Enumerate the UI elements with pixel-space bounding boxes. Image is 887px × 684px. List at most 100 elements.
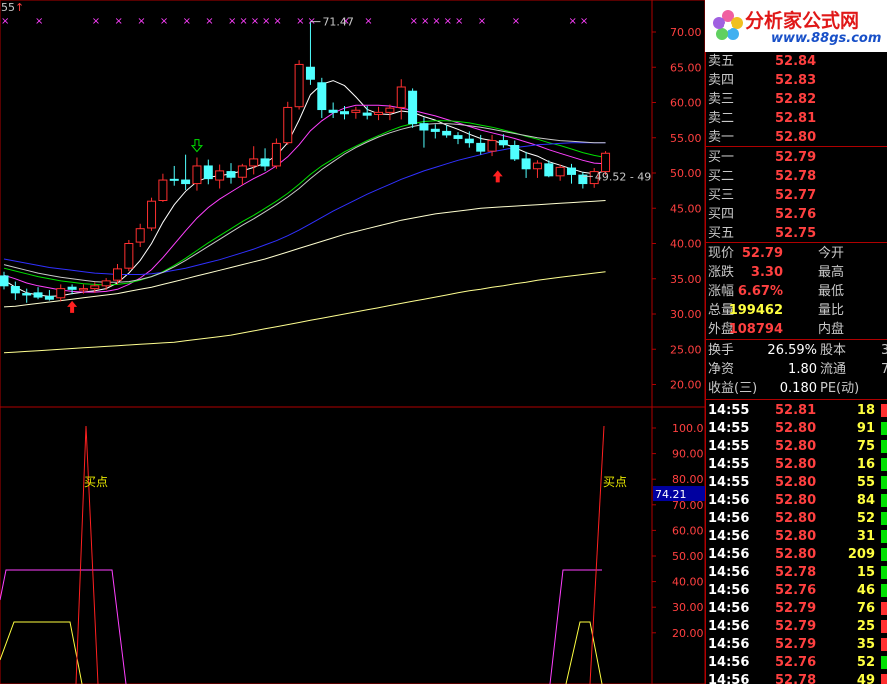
tick-row: 14:56 52.80 52: [705, 509, 887, 528]
tick-price: 52.78: [775, 673, 817, 684]
tick-down-bar-icon: [881, 440, 887, 453]
signal-marker-icon: ×: [364, 16, 372, 27]
y-tick-label: 45.00: [670, 202, 702, 215]
tick-time: 14:55: [708, 457, 750, 472]
tick-row: 14:55 52.80 55: [705, 473, 887, 492]
y-tick-label: 20.00: [670, 379, 702, 392]
y-tick-label: 60.00: [670, 97, 702, 110]
ask-row: 卖四 52.83: [705, 71, 887, 90]
flower-logo-icon: [713, 10, 743, 40]
tick-price: 52.80: [775, 493, 817, 508]
ask-price: 52.83: [775, 73, 817, 88]
site-logo[interactable]: 分析家公式网 www.88gs.com: [705, 0, 887, 52]
bid-label: 买四: [708, 207, 735, 222]
signal-marker-icon: ×: [421, 16, 429, 27]
candle-body-up: [192, 165, 202, 185]
stat-row: 涨幅 6.67% 最低: [705, 282, 887, 301]
candle-body-up: [555, 166, 565, 177]
signal-marker-icon: ×: [296, 16, 304, 27]
tick-down-bar-icon: [881, 548, 887, 561]
tick-time: 14:55: [708, 421, 750, 436]
kline-chart-area[interactable]: × × × × × × × × × × × × × × × × × × × × × × × × × × 70.00 65.00 60.…: [0, 0, 705, 684]
candle-body-up: [101, 280, 111, 287]
stat2-row: 收益(三) 0.180 PE(动): [705, 379, 887, 398]
tick-row: 14:56 52.80 209: [705, 545, 887, 564]
candle-body-down: [362, 112, 372, 116]
stat2-label: 收益(三): [708, 381, 758, 396]
tick-volume: 15: [856, 565, 875, 580]
tick-volume: 209: [847, 547, 875, 562]
tick-price: 52.78: [775, 565, 817, 580]
tick-time: 14:56: [708, 511, 750, 526]
buy-point-label-2: 买点: [603, 475, 627, 489]
candle-body-down: [33, 292, 43, 298]
tick-time: 14:55: [708, 439, 750, 454]
bid-row: 买五 52.75: [705, 224, 887, 243]
stat-label: 涨跌: [708, 265, 735, 280]
tick-volume: 52: [856, 511, 875, 526]
ask-row: 卖三 52.82: [705, 90, 887, 109]
tick-row: 14:56 52.79 76: [705, 599, 887, 618]
candle-body-up: [113, 268, 122, 281]
tick-time: 14:56: [708, 565, 750, 580]
stat-value: 3.30: [750, 265, 783, 280]
stat-row: 总量 199462 量比: [705, 301, 887, 320]
tick-up-bar-icon: [881, 620, 887, 633]
tick-price: 52.79: [775, 619, 817, 634]
bid-price: 52.77: [775, 188, 817, 203]
bid-label: 买三: [708, 188, 735, 203]
stat2-label: 换手: [708, 343, 735, 358]
ask-price: 52.81: [775, 111, 817, 126]
signal-marker-icon: ×: [432, 16, 440, 27]
signal-marker-icon: ×: [262, 16, 270, 27]
tick-time: 14:56: [708, 619, 750, 634]
ind-current-value: 74.21: [655, 488, 687, 501]
signal-marker-icon: ×: [478, 16, 486, 27]
signal-marker-icon: ×: [569, 16, 577, 27]
y-tick-label: 65.00: [670, 61, 702, 74]
tick-row: 14:56 52.79 35: [705, 635, 887, 654]
buy-point-label: 买点: [84, 475, 108, 489]
signal-marker-icon: ×: [512, 16, 520, 27]
stat-row: 涨跌 3.30 最高: [705, 263, 887, 282]
stat-label-2: 量比: [818, 303, 845, 318]
tick-price: 52.79: [775, 601, 817, 616]
candle-body-down: [226, 171, 236, 178]
candle-body-up: [396, 86, 406, 108]
tick-price: 52.80: [775, 421, 817, 436]
ask-row: 卖五 52.84: [705, 52, 887, 71]
ma-line-0: [3, 80, 606, 297]
signal-marker-icon: ×: [160, 16, 168, 27]
tick-volume: 25: [856, 619, 875, 634]
stat-label-2: 内盘: [818, 322, 845, 337]
tick-volume: 49: [856, 673, 875, 684]
stat2-value: 1.80: [788, 362, 817, 377]
chart-frame: [0, 0, 705, 684]
signal-marker-icon: ×: [251, 16, 259, 27]
stat2-value-2: 3: [881, 343, 887, 358]
y-tick-label: 35.00: [670, 273, 702, 286]
candle-body-down: [567, 167, 576, 175]
tick-volume: 76: [856, 601, 875, 616]
current-price-label: 49.52 - 49: [595, 170, 651, 183]
signal-marker-icon: ×: [1, 16, 9, 27]
bid-label: 买五: [708, 226, 735, 241]
candle-body-down: [260, 158, 270, 167]
candle-body-up: [147, 200, 157, 229]
tick-up-bar-icon: [881, 674, 887, 684]
ind-tick-label: 60.00: [672, 524, 704, 537]
candle-body-down: [464, 138, 474, 144]
candle-body-down: [0, 275, 9, 287]
tick-row: 14:55 52.80 16: [705, 455, 887, 474]
bid-price: 52.75: [775, 226, 817, 241]
tick-row: 14:56 52.79 25: [705, 617, 887, 636]
stat-label-2: 今开: [818, 246, 845, 261]
stat-value: 52.79: [741, 246, 783, 261]
tick-down-bar-icon: [881, 656, 887, 669]
bid-price: 52.78: [775, 169, 817, 184]
up-arrow-icon: ↑: [15, 1, 25, 14]
signal-marker-icon: ×: [228, 16, 236, 27]
divider-asks-bids: [705, 146, 887, 147]
tick-volume: 16: [856, 457, 875, 472]
tick-volume: 46: [856, 583, 875, 598]
